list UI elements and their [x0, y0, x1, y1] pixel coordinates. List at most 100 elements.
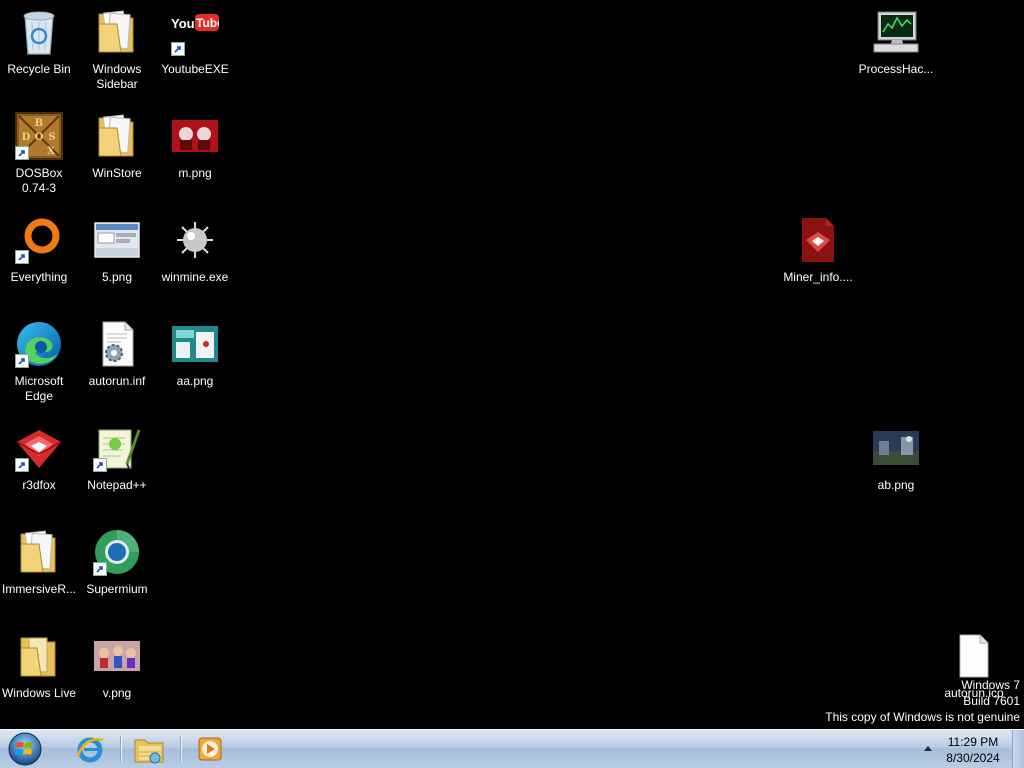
image-thumbnail-icon: [872, 424, 920, 472]
blank-file-icon: [950, 632, 998, 680]
start-button[interactable]: [6, 731, 44, 767]
youtube-icon: You Tube: [171, 8, 219, 56]
svg-text:X: X: [47, 146, 55, 157]
shortcut-arrow-icon: [15, 354, 29, 368]
shortcut-arrow-icon: [15, 146, 29, 160]
taskbar-windows-explorer[interactable]: [128, 732, 172, 766]
recycle-bin-icon: [15, 8, 63, 56]
desktop-icon-processhacker[interactable]: ProcessHac...: [857, 8, 935, 77]
everything-icon: [15, 216, 63, 264]
svg-text:O: O: [35, 132, 44, 143]
dosbox-icon: B D O S X: [15, 112, 63, 160]
taskbar-clock[interactable]: 11:29 PM 8/30/2024: [936, 734, 1010, 766]
icon-label: Miner_info....: [783, 270, 853, 284]
desktop-icon-winmine-exe[interactable]: winmine.exe: [156, 216, 234, 285]
notepad-plus-plus-icon: [93, 424, 141, 472]
desktop-icon-m-png[interactable]: m.png: [156, 112, 234, 181]
shortcut-arrow-icon: [171, 42, 185, 56]
show-hidden-icons-button[interactable]: [922, 742, 934, 754]
desktop-icon-microsoft-edge[interactable]: Microsoft Edge: [0, 320, 78, 404]
shortcut-arrow-icon: [15, 458, 29, 472]
icon-label: 5.png: [101, 270, 133, 284]
desktop-icon-v-png[interactable]: v.png: [78, 632, 156, 701]
watermark-os: Windows 7: [961, 678, 1020, 692]
taskbar-separator: [120, 736, 121, 762]
desktop-icon-miner-info[interactable]: Miner_info....: [779, 216, 857, 285]
watermark-build: Build 7601: [963, 694, 1020, 708]
desktop-icon-winstore[interactable]: WinStore: [78, 112, 156, 181]
icon-label: aa.png: [176, 374, 214, 388]
desktop-icon-windows-live[interactable]: Windows Live: [0, 632, 78, 701]
r3dfox-icon: [15, 424, 63, 472]
icon-label: Notepad++: [87, 478, 147, 492]
desktop-icon-notepad-plus-plus[interactable]: Notepad++: [78, 424, 156, 493]
svg-text:You: You: [171, 16, 195, 31]
pdf-document-icon: [794, 216, 842, 264]
desktop-icon-aa-png[interactable]: aa.png: [156, 320, 234, 389]
image-thumbnail-icon: [93, 632, 141, 680]
windows-explorer-icon: [134, 739, 164, 764]
icon-label: ab.png: [877, 478, 915, 492]
image-thumbnail-icon: [171, 320, 219, 368]
shortcut-arrow-icon: [93, 562, 107, 576]
chevron-up-icon: [924, 746, 932, 751]
watermark-genuine-notice: This copy of Windows is not genuine: [825, 710, 1020, 724]
supermium-icon: [93, 528, 141, 576]
desktop-icon-recycle-bin[interactable]: Recycle Bin: [0, 8, 78, 77]
image-thumbnail-icon: [171, 112, 219, 160]
icon-label: Windows Sidebar: [92, 62, 142, 91]
winmine-icon: [171, 216, 219, 264]
process-hacker-icon: [872, 8, 920, 56]
image-thumbnail-icon: [93, 216, 141, 264]
folder-icon: [15, 528, 63, 576]
show-desktop-button[interactable]: [1012, 730, 1024, 768]
icon-label: Supermium: [86, 582, 148, 596]
desktop-icon-autorun-inf[interactable]: autorun.inf: [78, 320, 156, 389]
start-orb-icon: [8, 732, 42, 766]
icon-label: Recycle Bin: [7, 62, 71, 76]
desktop[interactable]: Recycle Bin B D O S X DOSBox 0.74-3 Ever…: [0, 0, 1024, 729]
taskbar: 11:29 PM 8/30/2024: [0, 729, 1024, 768]
clock-time: 11:29 PM: [947, 735, 999, 749]
icon-label: Microsoft Edge: [14, 374, 64, 403]
icon-label: Windows Live: [1, 686, 77, 700]
taskbar-internet-explorer[interactable]: [68, 732, 112, 766]
icon-label: winmine.exe: [161, 270, 229, 284]
desktop-icon-5-png[interactable]: 5.png: [78, 216, 156, 285]
icon-label: DOSBox 0.74-3: [15, 166, 63, 195]
desktop-icon-youtubeexe[interactable]: You Tube YoutubeEXE: [156, 8, 234, 77]
icon-label: WinStore: [92, 166, 142, 180]
desktop-icon-ab-png[interactable]: ab.png: [857, 424, 935, 493]
icon-label: autorun.inf: [88, 374, 146, 388]
taskbar-media-player[interactable]: [188, 732, 232, 766]
settings-file-icon: [93, 320, 141, 368]
icon-label: m.png: [178, 166, 212, 180]
icon-label: ProcessHac...: [858, 62, 934, 76]
folder-icon: [93, 8, 141, 56]
svg-text:Tube: Tube: [196, 16, 219, 30]
icon-label: YoutubeEXE: [161, 62, 229, 76]
folder-icon: [15, 632, 63, 680]
clock-date: 8/30/2024: [946, 751, 1000, 765]
taskbar-separator: [180, 736, 181, 762]
icon-label: ImmersiveR...: [1, 582, 76, 596]
desktop-icon-r3dfox[interactable]: r3dfox: [0, 424, 78, 493]
svg-text:B: B: [35, 118, 43, 129]
folder-icon: [93, 112, 141, 160]
icon-label: v.png: [102, 686, 132, 700]
media-player-icon: [198, 737, 222, 761]
windows-watermark: Windows 7 Build 7601 This copy of Window…: [825, 677, 1020, 725]
svg-text:D: D: [22, 132, 31, 143]
internet-explorer-icon: [76, 737, 104, 763]
shortcut-arrow-icon: [93, 458, 107, 472]
desktop-icon-windows-sidebar[interactable]: Windows Sidebar: [78, 8, 156, 92]
shortcut-arrow-icon: [15, 250, 29, 264]
desktop-icon-immersiver[interactable]: ImmersiveR...: [0, 528, 78, 597]
desktop-icon-everything[interactable]: Everything: [0, 216, 78, 285]
desktop-icon-dosbox[interactable]: B D O S X DOSBox 0.74-3: [0, 112, 78, 196]
svg-text:S: S: [48, 132, 55, 143]
icon-label: Everything: [10, 270, 68, 284]
desktop-icon-supermium[interactable]: Supermium: [78, 528, 156, 597]
icon-label: r3dfox: [22, 478, 56, 492]
edge-icon: [15, 320, 63, 368]
